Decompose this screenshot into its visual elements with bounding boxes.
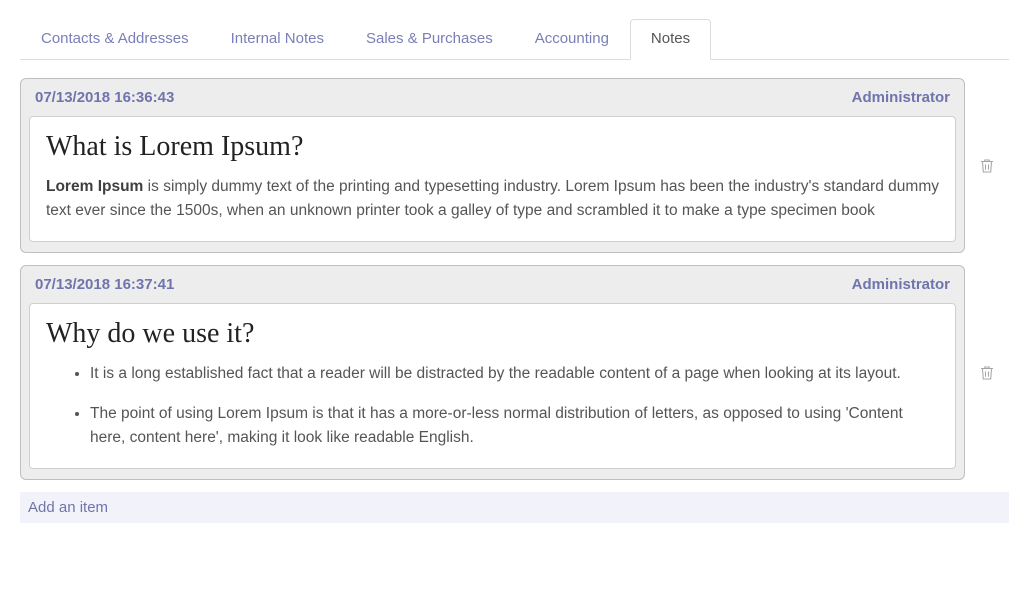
note-row: 07/13/2018 16:36:43 Administrator What i… [20,78,1009,253]
note-header: 07/13/2018 16:36:43 Administrator [21,79,964,112]
note-header: 07/13/2018 16:37:41 Administrator [21,266,964,299]
note-title: Why do we use it? [46,318,939,350]
note-timestamp: 07/13/2018 16:36:43 [35,89,174,106]
note-lead: Lorem Ipsum [46,178,143,195]
notes-area: 07/13/2018 16:36:43 Administrator What i… [20,60,1009,523]
note-body: What is Lorem Ipsum? Lorem Ipsum is simp… [29,116,956,242]
tabs-bar: Contacts & Addresses Internal Notes Sale… [20,18,1009,60]
tab-notes[interactable]: Notes [630,19,711,60]
note-timestamp: 07/13/2018 16:37:41 [35,276,174,293]
note-body: Why do we use it? It is a long establish… [29,303,956,469]
tab-accounting[interactable]: Accounting [514,19,630,60]
tab-internal-notes[interactable]: Internal Notes [210,19,345,60]
note-paragraph: Lorem Ipsum is simply dummy text of the … [46,175,939,223]
tab-sales-purchases[interactable]: Sales & Purchases [345,19,514,60]
note-author: Administrator [852,276,950,293]
tab-contacts-addresses[interactable]: Contacts & Addresses [20,19,210,60]
note-row: 07/13/2018 16:37:41 Administrator Why do… [20,265,1009,480]
note-title: What is Lorem Ipsum? [46,131,939,163]
trash-icon[interactable] [978,157,996,175]
list-item: The point of using Lorem Ipsum is that i… [90,402,939,450]
note-text: is simply dummy text of the printing and… [46,178,939,219]
add-item-button[interactable]: Add an item [20,492,1009,523]
trash-icon[interactable] [978,364,996,382]
note-card: 07/13/2018 16:36:43 Administrator What i… [20,78,965,253]
list-item: It is a long established fact that a rea… [90,362,939,386]
note-author: Administrator [852,89,950,106]
note-card: 07/13/2018 16:37:41 Administrator Why do… [20,265,965,480]
note-list: It is a long established fact that a rea… [46,362,939,450]
